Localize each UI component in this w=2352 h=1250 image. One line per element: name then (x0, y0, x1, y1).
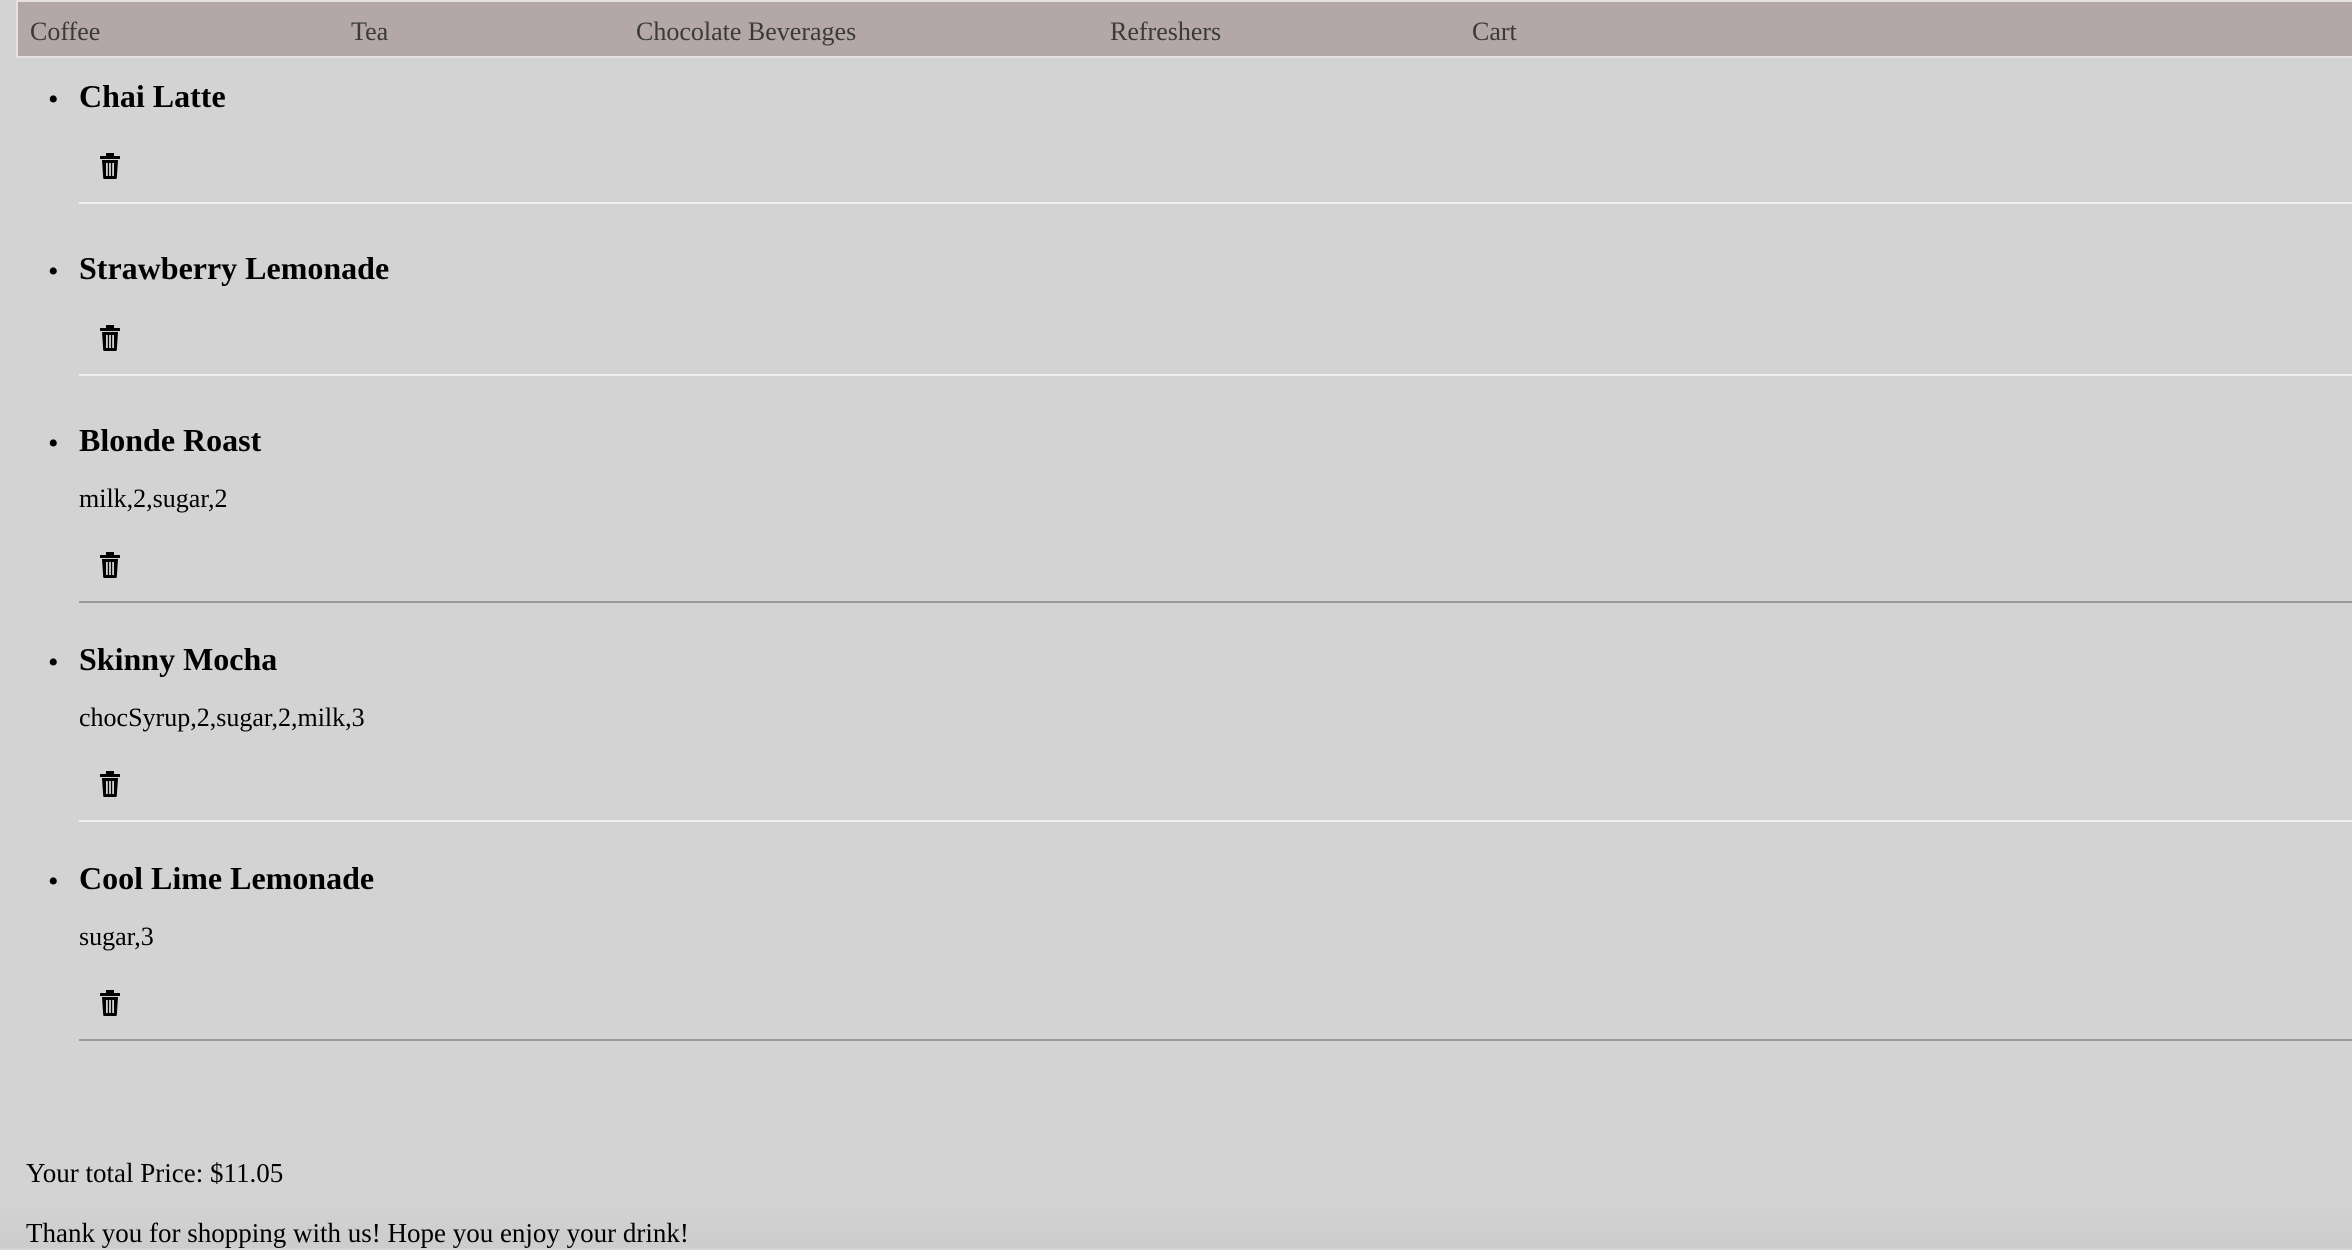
cart-item-options: milk,2,sugar,2 (79, 484, 228, 513)
delete-row (79, 116, 2352, 202)
nav-link-coffee[interactable]: Coffee (30, 16, 100, 48)
item-divider (79, 374, 2352, 376)
cart-item: • Cool Lime Lemonade sugar,3 (0, 858, 2352, 1041)
list-bullet: • (48, 427, 59, 460)
delete-row (79, 288, 2352, 374)
trash-icon[interactable] (98, 324, 122, 352)
list-bullet: • (48, 83, 59, 116)
delete-row (79, 953, 2352, 1039)
list-bullet: • (48, 255, 59, 288)
delete-row (79, 515, 2352, 601)
cart-item-options: sugar,3 (79, 922, 154, 951)
cart-item: • Chai Latte (0, 76, 2352, 204)
cart-item: • Skinny Mocha chocSyrup,2,sugar,2,milk,… (0, 639, 2352, 822)
item-divider (79, 1039, 2352, 1041)
total-price: Your total Price: $11.05 (26, 1158, 284, 1188)
top-navbar: Coffee Tea Chocolate Beverages Refresher… (16, 0, 2352, 58)
cart-item-name: Cool Lime Lemonade (79, 860, 375, 896)
cart-item: • Blonde Roast milk,2,sugar,2 (0, 420, 2352, 603)
item-divider (79, 820, 2352, 822)
trash-icon[interactable] (98, 152, 122, 180)
list-bullet: • (48, 865, 59, 898)
list-bullet: • (48, 646, 59, 679)
nav-link-chocolate-beverages[interactable]: Chocolate Beverages (636, 16, 856, 48)
nav-link-cart[interactable]: Cart (1472, 16, 1517, 48)
cart-item-name: Blonde Roast (79, 422, 262, 458)
delete-row (79, 734, 2352, 820)
cart-item-name: Skinny Mocha (79, 641, 278, 677)
cart-item-options: chocSyrup,2,sugar,2,milk,3 (79, 703, 365, 732)
item-divider (79, 202, 2352, 204)
item-divider (79, 601, 2352, 603)
trash-icon[interactable] (98, 770, 122, 798)
thank-you-message: Thank you for shopping with us! Hope you… (26, 1218, 689, 1248)
cart-item-name: Strawberry Lemonade (79, 250, 390, 286)
nav-link-refreshers[interactable]: Refreshers (1110, 16, 1221, 48)
trash-icon[interactable] (98, 989, 122, 1017)
nav-link-tea[interactable]: Tea (351, 16, 388, 48)
cart-item: • Strawberry Lemonade (0, 248, 2352, 376)
cart-list: • Chai Latte • Strawberry Lemonade • Blo… (0, 76, 2352, 1041)
cart-item-name: Chai Latte (79, 78, 226, 114)
trash-icon[interactable] (98, 551, 122, 579)
